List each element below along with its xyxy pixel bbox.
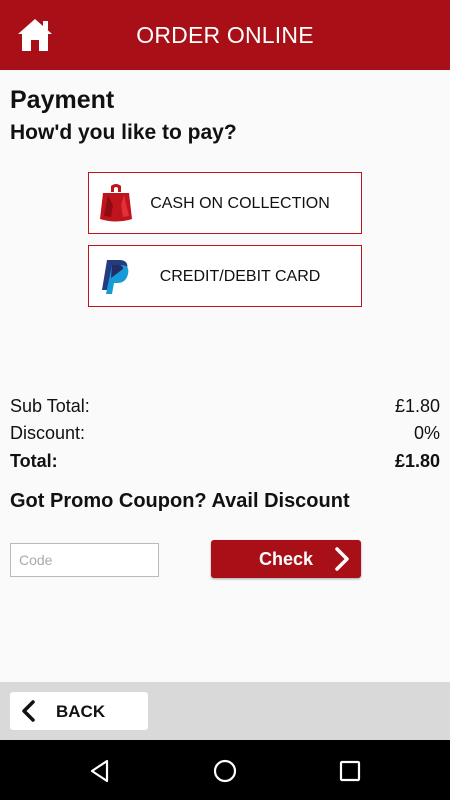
chevron-left-icon: [22, 700, 35, 722]
cash-on-collection-label: CASH ON COLLECTION: [150, 195, 330, 212]
nav-recents-icon: [339, 760, 361, 782]
subtotal-row: Sub Total: £1.80: [10, 396, 440, 418]
back-label: BACK: [56, 702, 106, 721]
total-value: £1.80: [394, 451, 440, 471]
discount-label: Discount:: [10, 423, 86, 443]
promo-heading: Got Promo Coupon? Avail Discount: [10, 490, 350, 512]
payment-content: Payment How'd you like to pay? CASH ON C…: [0, 70, 450, 682]
subtotal-label: Sub Total:: [10, 396, 90, 416]
app-title: ORDER ONLINE: [136, 22, 314, 48]
discount-row: Discount: 0%: [10, 423, 440, 445]
total-row: Total: £1.80: [10, 451, 440, 473]
promo-code-input[interactable]: [10, 543, 159, 577]
bottom-bar: BACK: [0, 682, 450, 740]
credit-debit-card-label: CREDIT/DEBIT CARD: [159, 268, 321, 285]
discount-value: 0%: [413, 423, 440, 443]
chevron-right-icon: [335, 547, 349, 571]
back-button[interactable]: BACK: [10, 692, 148, 730]
subtotal-value: £1.80: [394, 396, 440, 416]
nav-recents-button[interactable]: [337, 758, 363, 784]
page-title: Payment: [10, 86, 115, 114]
credit-debit-card-button[interactable]: CREDIT/DEBIT CARD: [88, 245, 362, 307]
nav-home-button[interactable]: [212, 758, 238, 784]
system-nav-bar: [0, 740, 450, 800]
nav-home-icon: [213, 759, 237, 783]
nav-back-button[interactable]: [87, 758, 113, 784]
nav-back-icon: [90, 759, 109, 783]
total-label: Total:: [10, 451, 58, 471]
page-subtitle: How'd you like to pay?: [10, 121, 237, 144]
check-button[interactable]: Check: [211, 540, 361, 578]
cash-on-collection-button[interactable]: CASH ON COLLECTION: [88, 172, 362, 234]
app-bar: ORDER ONLINE: [0, 0, 450, 70]
